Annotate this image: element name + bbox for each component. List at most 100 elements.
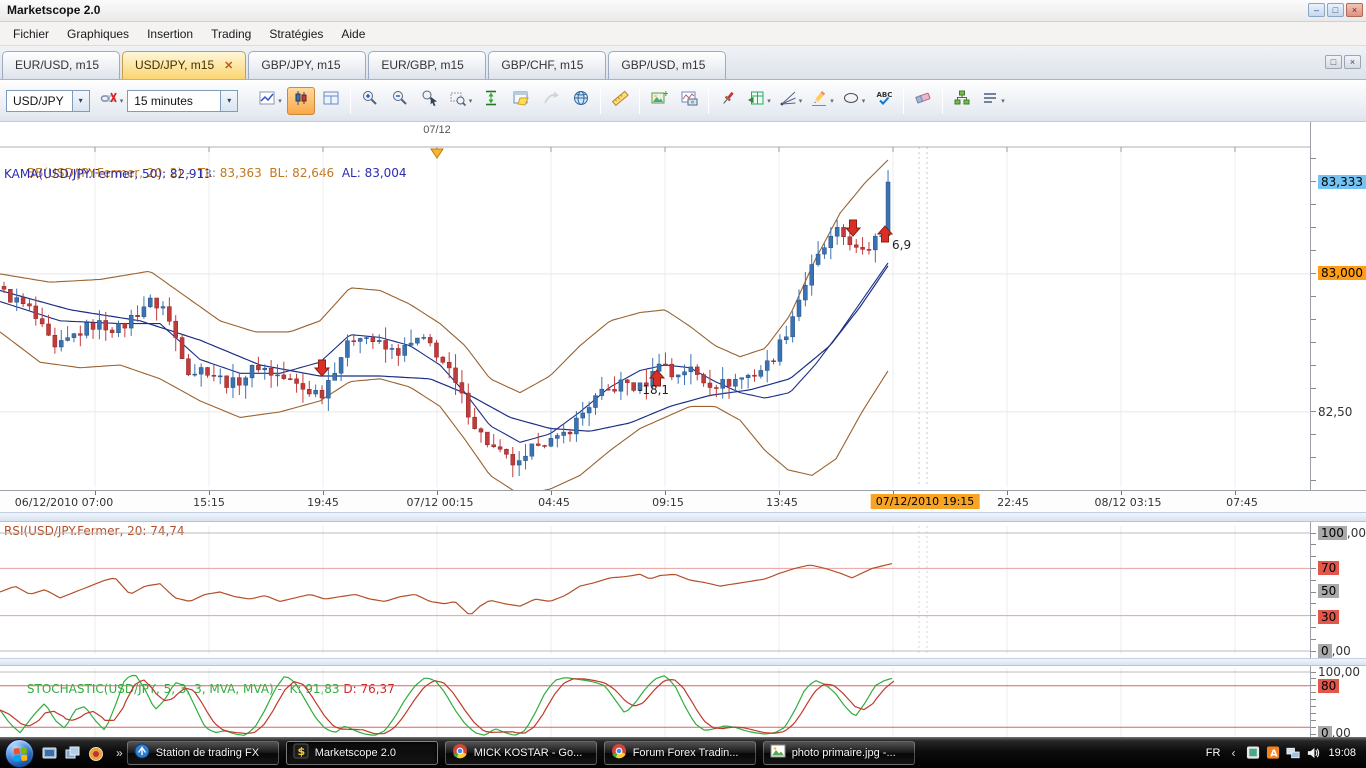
price-label-8250: 82,50 bbox=[1318, 405, 1352, 419]
ellipse-button-dropdown-arrow[interactable]: ▾ bbox=[862, 97, 866, 105]
unlink-button-dropdown-arrow[interactable]: ▾ bbox=[120, 97, 124, 105]
stoch-level: 80 bbox=[1318, 679, 1339, 693]
zoom-out-icon bbox=[391, 89, 409, 112]
quick-launch-overflow-chevron[interactable]: » bbox=[116, 746, 123, 760]
media-quick-launch[interactable] bbox=[88, 746, 104, 760]
windows-flag-icon bbox=[14, 747, 28, 761]
menu-bar: FichierGraphiquesInsertionTradingStratég… bbox=[0, 22, 1366, 46]
taskbar-button-fx-station[interactable]: Station de trading FX bbox=[127, 741, 279, 765]
zoom-out-button[interactable] bbox=[386, 87, 414, 115]
pane-splitter-1[interactable] bbox=[0, 512, 1366, 522]
child-close-button[interactable]: × bbox=[1344, 55, 1361, 69]
zoom-area-button[interactable]: ▾ bbox=[446, 87, 476, 115]
child-window-controls: □× bbox=[1325, 55, 1361, 69]
symbol-select[interactable]: USD/JPY▾ bbox=[6, 90, 90, 112]
language-indicator[interactable]: FR bbox=[1206, 747, 1221, 759]
pane-layout-button[interactable] bbox=[317, 87, 345, 115]
task-label: MICK KOSTAR - Go... bbox=[474, 747, 583, 759]
pane-splitter-2[interactable] bbox=[0, 658, 1366, 666]
more-button[interactable]: ▾ bbox=[978, 87, 1008, 115]
taskbar-clock[interactable]: 19:08 bbox=[1328, 747, 1356, 759]
tab-usd-jpy-m15[interactable]: USD/JPY, m15✕ bbox=[122, 51, 246, 79]
symbol-select-dropdown-arrow[interactable]: ▾ bbox=[72, 91, 89, 111]
menu-item-aide[interactable]: Aide bbox=[332, 24, 374, 44]
tray-network-icon[interactable] bbox=[1286, 746, 1301, 760]
overflow-icon bbox=[981, 89, 999, 112]
taskbar-button-marketscope[interactable]: $Marketscope 2.0 bbox=[286, 741, 438, 765]
import-table-button-dropdown-arrow[interactable]: ▾ bbox=[767, 97, 771, 105]
start-button[interactable] bbox=[5, 739, 34, 768]
child-restore-button[interactable]: □ bbox=[1325, 55, 1342, 69]
tray-chevron[interactable]: ‹ bbox=[1231, 746, 1235, 760]
menu-item-fichier[interactable]: Fichier bbox=[4, 24, 58, 44]
candlestick-button[interactable] bbox=[287, 87, 315, 115]
minimize-button[interactable]: – bbox=[1308, 3, 1325, 17]
price-chart-canvas[interactable]: -18,16,9 bbox=[0, 122, 1310, 490]
task-buttons: Station de trading FX $Marketscope 2.0 MIC… bbox=[127, 741, 915, 765]
pin-button[interactable] bbox=[714, 87, 742, 115]
interval-select[interactable]: 15 minutes▾ bbox=[127, 90, 238, 112]
import-table-button[interactable]: ▾ bbox=[744, 87, 774, 115]
import-table-icon bbox=[747, 89, 765, 112]
fan-lines-button[interactable]: ▾ bbox=[776, 87, 806, 115]
symbol-select-value: USD/JPY bbox=[7, 91, 72, 111]
time-label: 07/12 00:15 bbox=[407, 496, 474, 509]
tab-gbp-usd-m15[interactable]: GBP/USD, m15 bbox=[608, 51, 726, 79]
pencil-button-dropdown-arrow[interactable]: ▾ bbox=[830, 97, 834, 105]
pencil-button[interactable]: ▾ bbox=[807, 87, 837, 115]
taskbar-button-chrome[interactable]: MICK KOSTAR - Go... bbox=[445, 741, 597, 765]
chart-type-button-dropdown-arrow[interactable]: ▾ bbox=[278, 97, 282, 105]
unlink-button[interactable]: ▾ bbox=[97, 87, 127, 115]
tab-gbp-jpy-m15[interactable]: GBP/JPY, m15 bbox=[248, 51, 366, 79]
tab-close-icon[interactable]: ✕ bbox=[224, 60, 233, 72]
eraser-button[interactable] bbox=[909, 87, 937, 115]
show-desktop-quick-launch[interactable] bbox=[42, 746, 58, 760]
interval-select-dropdown-arrow[interactable]: ▾ bbox=[220, 91, 237, 111]
spell-abc-icon: ABC bbox=[875, 89, 893, 112]
tray-volume-icon[interactable] bbox=[1306, 746, 1321, 760]
time-label: 09:15 bbox=[652, 496, 684, 509]
maximize-button[interactable]: □ bbox=[1327, 3, 1344, 17]
add-image-button[interactable]: + bbox=[645, 87, 673, 115]
tab-eur-gbp-m15[interactable]: EUR/GBP, m15 bbox=[368, 51, 486, 79]
fit-vertical-button[interactable] bbox=[477, 87, 505, 115]
fan-lines-button-dropdown-arrow[interactable]: ▾ bbox=[799, 97, 803, 105]
tab-gbp-chf-m15[interactable]: GBP/CHF, m15 bbox=[488, 51, 606, 79]
spell-check-button[interactable]: ABC bbox=[870, 87, 898, 115]
time-axis[interactable]: 06/12/2010 07:0015:1519:4507/12 00:1504:… bbox=[0, 490, 1366, 512]
rsi-level-50: 50 bbox=[1318, 584, 1339, 598]
rsi-chart-canvas[interactable] bbox=[0, 522, 1310, 658]
tab-eur-usd-m15[interactable]: EUR/USD, m15 bbox=[2, 51, 120, 79]
layout-button[interactable] bbox=[948, 87, 976, 115]
tray-alert-icon[interactable]: A bbox=[1266, 746, 1281, 760]
add-image-icon: + bbox=[650, 89, 668, 112]
zoom-area-button-dropdown-arrow[interactable]: ▾ bbox=[469, 97, 473, 105]
price-label-83000: 83,000 bbox=[1318, 266, 1366, 280]
chart-type-button[interactable]: ▾ bbox=[255, 87, 285, 115]
menu-item-trading[interactable]: Trading bbox=[202, 24, 260, 44]
price-axis[interactable]: 83,33383,00082,50 bbox=[1310, 122, 1366, 490]
web-button[interactable] bbox=[567, 87, 595, 115]
menu-item-insertion[interactable]: Insertion bbox=[138, 24, 202, 44]
more-button-dropdown-arrow[interactable]: ▾ bbox=[1001, 97, 1005, 105]
toolbar-separator bbox=[639, 88, 640, 114]
task-label: Forum Forex Tradin... bbox=[633, 747, 739, 759]
tray-app-icon[interactable] bbox=[1246, 746, 1261, 760]
chrome-icon bbox=[452, 743, 468, 764]
switch-windows-quick-launch[interactable] bbox=[65, 746, 81, 760]
close-button[interactable]: × bbox=[1346, 3, 1363, 17]
snapshot-button[interactable] bbox=[675, 87, 703, 115]
taskbar-button-chrome[interactable]: Forum Forex Tradin... bbox=[604, 741, 756, 765]
zoom-in-button[interactable] bbox=[356, 87, 384, 115]
zoom-pointer-button[interactable] bbox=[416, 87, 444, 115]
ruler-button[interactable] bbox=[606, 87, 634, 115]
stochastic-chart-canvas[interactable] bbox=[0, 666, 1310, 737]
menu-item-graphiques[interactable]: Graphiques bbox=[58, 24, 138, 44]
ellipse-button[interactable]: ▾ bbox=[839, 87, 869, 115]
properties-button[interactable] bbox=[507, 87, 535, 115]
share-button[interactable] bbox=[537, 87, 565, 115]
menu-item-stratgies[interactable]: Stratégies bbox=[260, 24, 332, 44]
taskbar-button-image-file[interactable]: photo primaire.jpg -... bbox=[763, 741, 915, 765]
pane-icon bbox=[322, 89, 340, 112]
globe-icon bbox=[572, 89, 590, 112]
